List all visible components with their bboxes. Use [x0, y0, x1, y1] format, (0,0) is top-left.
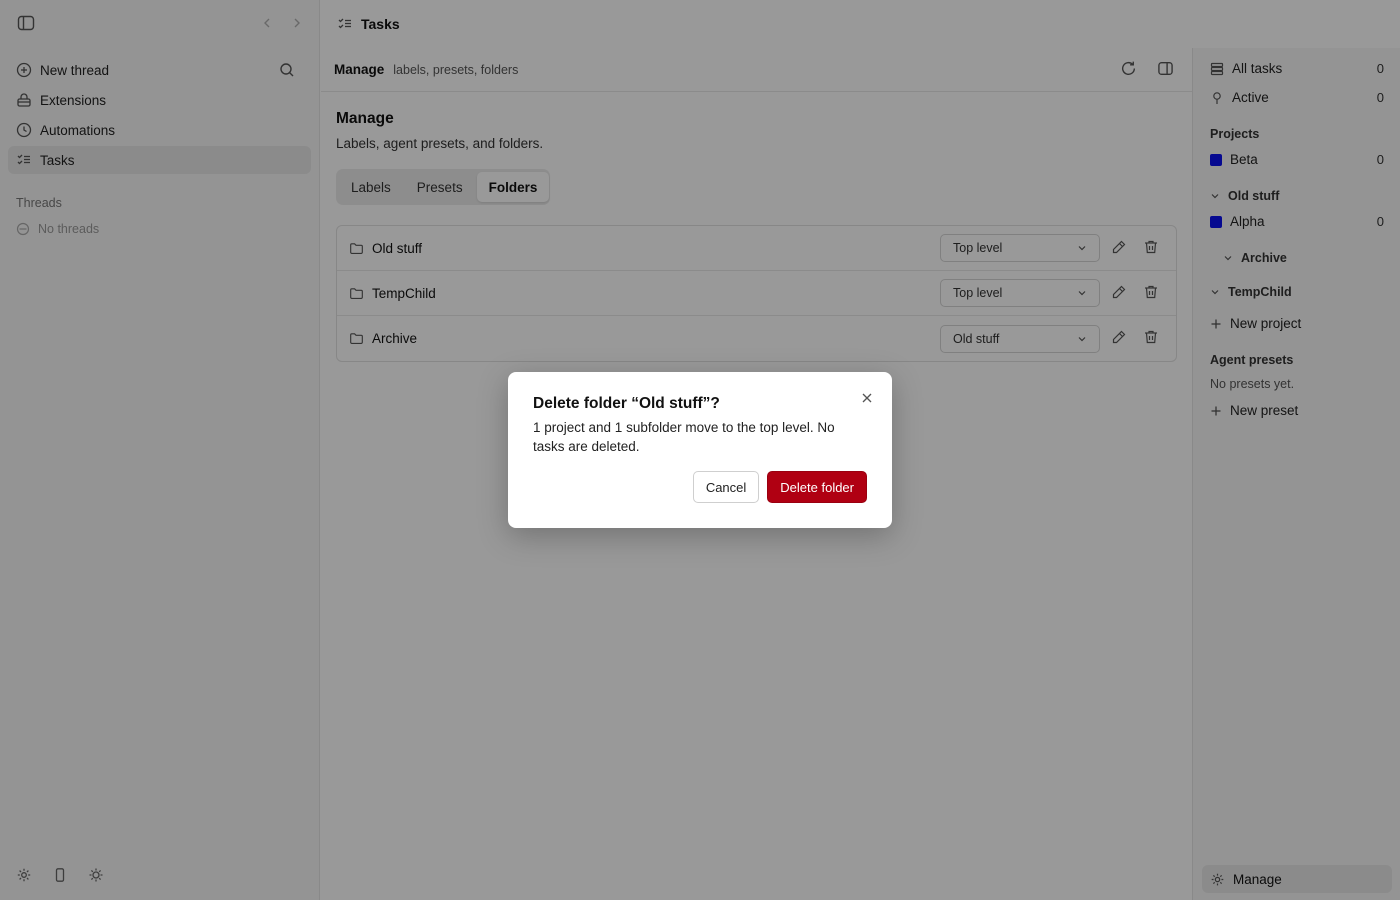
close-icon[interactable]	[861, 392, 873, 407]
dialog-message: 1 project and 1 subfolder move to the to…	[533, 420, 835, 454]
delete-folder-dialog: Delete folder “Old stuff”? 1 project and…	[508, 372, 892, 528]
dialog-actions: Cancel Delete folder	[692, 471, 867, 503]
dialog-title: Delete folder “Old stuff”?	[533, 395, 720, 412]
delete-folder-button[interactable]: Delete folder	[767, 471, 867, 503]
cancel-button[interactable]: Cancel	[692, 471, 760, 503]
